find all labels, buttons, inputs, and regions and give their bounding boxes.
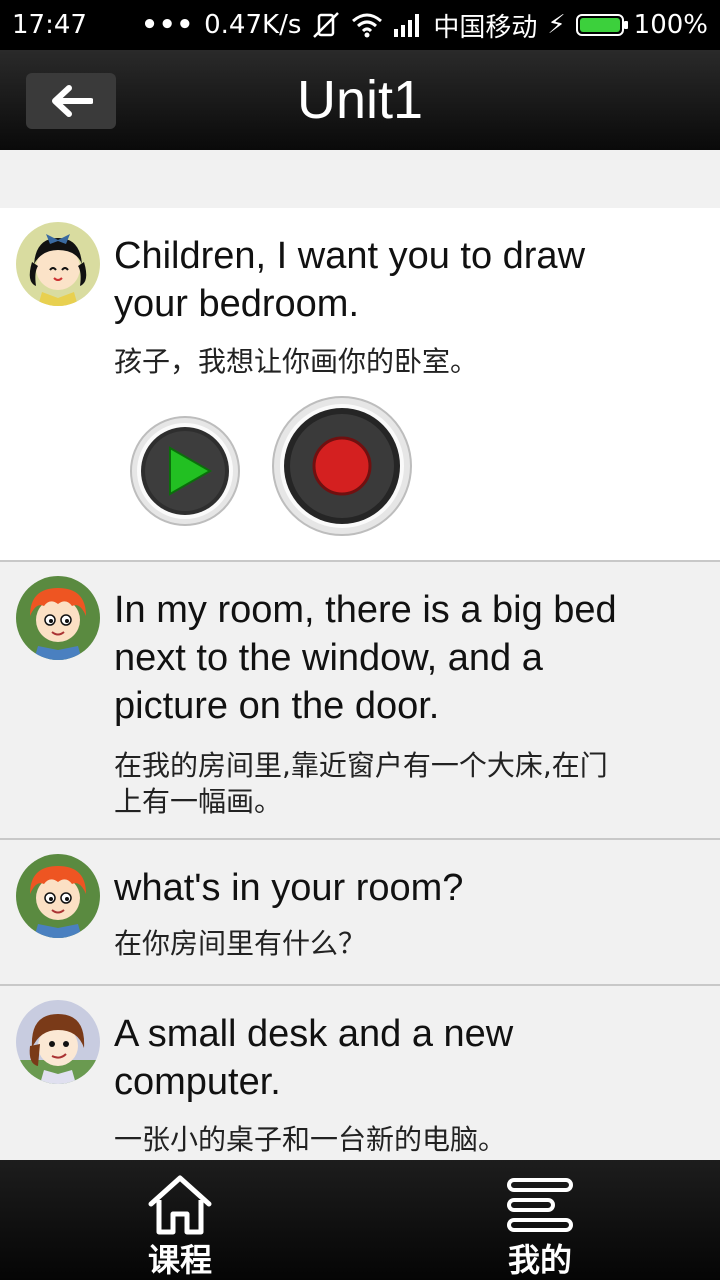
play-icon: [130, 416, 240, 526]
speaker-avatar-boy: [16, 854, 100, 938]
speaker-avatar-girl: [16, 222, 100, 306]
charging-icon: ⚡: [547, 10, 566, 40]
speaker-avatar-boy: [16, 576, 100, 660]
signal-icon: [393, 13, 423, 37]
nav-mine[interactable]: 我的: [450, 1160, 630, 1280]
sentence-english: In my room, there is a big bed next to t…: [114, 589, 617, 727]
dialogue-item[interactable]: what's in your room? 在你房间里有什么？: [0, 840, 720, 986]
wifi-icon: [351, 12, 383, 38]
sentence-chinese: 在你房间里有什么？: [114, 927, 367, 960]
status-time: 17:47: [12, 10, 87, 40]
home-icon: [148, 1175, 212, 1235]
speaker-avatar-girl: [16, 1000, 100, 1084]
record-icon: [272, 396, 412, 536]
play-button[interactable]: [130, 416, 240, 530]
app-header: Unit1: [0, 50, 720, 150]
sentence-english: Children, I want you to draw your bedroo…: [114, 235, 586, 325]
menu-lines-icon: [507, 1178, 573, 1232]
back-arrow-icon: [52, 85, 93, 117]
nav-courses-label: 课程: [147, 1241, 212, 1279]
nav-courses[interactable]: 课程: [90, 1160, 270, 1280]
battery-icon: [575, 14, 628, 36]
sentence-chinese: 孩子，我想让你画你的卧室。: [114, 345, 479, 378]
status-bar: 17:47 ••• 0.47K/s 中国移动 ⚡ 100%: [0, 0, 720, 50]
dialogue-item[interactable]: A small desk and a new computer. 一张小的桌子和…: [0, 986, 720, 1186]
sentence-chinese: 在我的房间里,靠近窗户有一个大床,在门上有一幅画。: [114, 749, 608, 818]
nav-mine-label: 我的: [507, 1241, 572, 1279]
dialogue-item[interactable]: In my room, there is a big bed next to t…: [0, 562, 720, 840]
record-button[interactable]: [272, 396, 412, 540]
back-button[interactable]: [26, 73, 116, 129]
sentence-english: what's in your room?: [114, 867, 464, 909]
sentence-chinese: 一张小的桌子和一台新的电脑。: [114, 1123, 507, 1156]
carrier-name: 中国移动: [433, 12, 538, 43]
vibrate-off-icon: [311, 11, 341, 39]
dialogue-list: Children, I want you to draw your bedroo…: [0, 208, 720, 1186]
network-speed: 0.47K/s: [204, 10, 302, 40]
dialogue-item[interactable]: Children, I want you to draw your bedroo…: [0, 208, 720, 562]
sentence-english: A small desk and a new computer.: [114, 1013, 514, 1103]
more-dots-icon: •••: [141, 10, 195, 40]
battery-percent: 100%: [633, 10, 708, 40]
bottom-nav: 课程 我的: [0, 1160, 720, 1280]
